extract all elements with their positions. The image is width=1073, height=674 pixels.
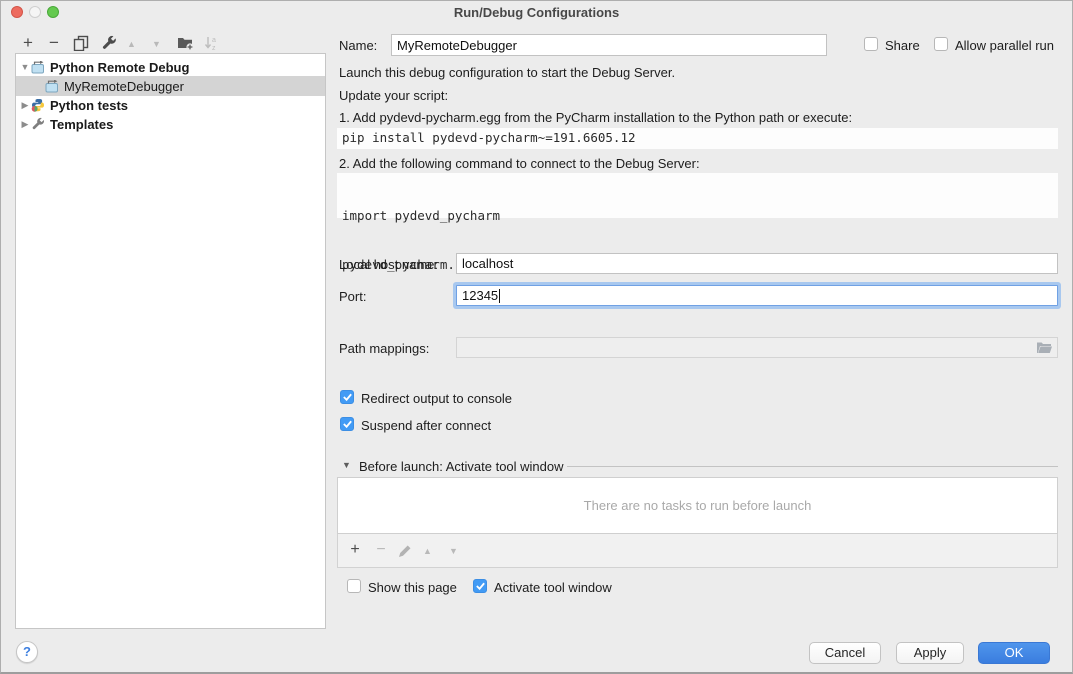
activate-tool-window-label: Activate tool window xyxy=(494,580,612,595)
before-launch-collapse-icon[interactable]: ▼ xyxy=(342,460,351,470)
templates-wrench-icon xyxy=(31,117,45,131)
move-up-button[interactable]: ▲ xyxy=(127,39,136,49)
apply-button[interactable]: Apply xyxy=(896,642,964,664)
remove-task-button[interactable]: − xyxy=(373,543,389,557)
tree-item-templates[interactable]: ▶ Templates xyxy=(16,114,325,134)
before-launch-toolbar: + − ▲ ▼ xyxy=(337,534,1058,568)
intro-text: Launch this debug configuration to start… xyxy=(339,65,675,80)
before-launch-separator xyxy=(567,466,1058,467)
configurations-tree: ▼ Python Remote Debug MyRemoteDebugger ▶ xyxy=(15,53,326,629)
python-tests-icon xyxy=(31,98,45,112)
sort-alphabetically-icon: a z xyxy=(204,35,219,51)
update-script-text: Update your script: xyxy=(339,88,448,103)
tree-item-label: Templates xyxy=(50,117,113,132)
suspend-after-connect-checkbox[interactable] xyxy=(340,417,354,431)
collapse-icon[interactable]: ▼ xyxy=(20,62,30,72)
port-label: Port: xyxy=(339,289,366,304)
add-task-button[interactable]: + xyxy=(347,543,363,557)
pencil-icon xyxy=(398,544,412,558)
before-launch-task-list[interactable]: There are no tasks to run before launch xyxy=(337,477,1058,534)
add-configuration-button[interactable]: + xyxy=(20,36,36,50)
question-mark-icon: ? xyxy=(23,644,31,659)
title-bar: Run/Debug Configurations xyxy=(1,1,1072,23)
show-this-page-checkbox[interactable] xyxy=(347,579,361,593)
no-tasks-text: There are no tasks to run before launch xyxy=(584,498,812,513)
svg-text:a: a xyxy=(212,37,216,44)
path-mappings-label: Path mappings: xyxy=(339,341,429,356)
tree-item-python-tests[interactable]: ▶ Python tests xyxy=(16,95,325,115)
tree-item-label: Python Remote Debug xyxy=(50,60,189,75)
run-debug-configurations-dialog: Run/Debug Configurations + − ▲ ▼ a z ▼ xyxy=(0,0,1073,674)
suspend-after-connect-label: Suspend after connect xyxy=(361,418,491,433)
svg-text:z: z xyxy=(212,45,216,51)
new-folder-icon xyxy=(177,35,194,51)
share-checkbox[interactable] xyxy=(864,37,878,51)
redirect-output-checkbox[interactable] xyxy=(340,390,354,404)
step2-text: 2. Add the following command to connect … xyxy=(339,156,700,171)
move-down-button[interactable]: ▼ xyxy=(152,39,161,49)
run-configuration-icon xyxy=(31,61,45,74)
browse-folder-icon[interactable] xyxy=(1036,341,1052,354)
share-label: Share xyxy=(885,38,920,53)
tree-item-label: MyRemoteDebugger xyxy=(64,79,184,94)
port-input[interactable]: 12345 xyxy=(456,285,1058,306)
window-title: Run/Debug Configurations xyxy=(1,5,1072,20)
edit-task-button[interactable] xyxy=(398,544,412,563)
path-mappings-input[interactable] xyxy=(456,337,1058,358)
tree-item-python-remote-debug[interactable]: ▼ Python Remote Debug xyxy=(16,57,325,77)
run-configuration-icon xyxy=(45,80,59,93)
check-icon xyxy=(342,392,353,402)
expand-icon[interactable]: ▶ xyxy=(20,100,30,111)
cancel-button[interactable]: Cancel xyxy=(809,642,881,664)
check-icon xyxy=(475,581,486,591)
before-launch-title: Before launch: Activate tool window xyxy=(359,459,564,474)
help-button[interactable]: ? xyxy=(16,641,38,663)
wrench-icon xyxy=(101,35,117,51)
move-task-up-button[interactable]: ▲ xyxy=(423,546,432,556)
activate-tool-window-checkbox[interactable] xyxy=(473,579,487,593)
copy-icon xyxy=(73,35,89,51)
local-host-label: Local host name: xyxy=(339,257,438,272)
check-icon xyxy=(342,419,353,429)
step1-text: 1. Add pydevd-pycharm.egg from the PyCha… xyxy=(339,110,852,125)
pip-install-code: pip install pydevd-pycharm~=191.6605.12 xyxy=(337,128,1058,149)
port-value: 12345 xyxy=(462,288,498,303)
move-task-down-button[interactable]: ▼ xyxy=(449,546,458,556)
name-input[interactable] xyxy=(391,34,827,56)
allow-parallel-run-checkbox[interactable] xyxy=(934,37,948,51)
show-this-page-label: Show this page xyxy=(368,580,457,595)
text-caret xyxy=(499,289,500,303)
redirect-output-label: Redirect output to console xyxy=(361,391,512,406)
tree-item-myremotedebugger[interactable]: MyRemoteDebugger xyxy=(16,76,325,96)
ok-button[interactable]: OK xyxy=(978,642,1050,664)
code-line-1: import pydevd_pycharm xyxy=(342,206,1053,225)
name-label: Name: xyxy=(339,38,377,53)
remove-configuration-button[interactable]: − xyxy=(46,36,62,50)
tree-item-label: Python tests xyxy=(50,98,128,113)
local-host-input[interactable] xyxy=(456,253,1058,274)
settrace-code: import pydevd_pycharm pydevd_pycharm.set… xyxy=(337,173,1058,218)
expand-icon[interactable]: ▶ xyxy=(20,119,30,130)
allow-parallel-run-label: Allow parallel run xyxy=(955,38,1054,53)
